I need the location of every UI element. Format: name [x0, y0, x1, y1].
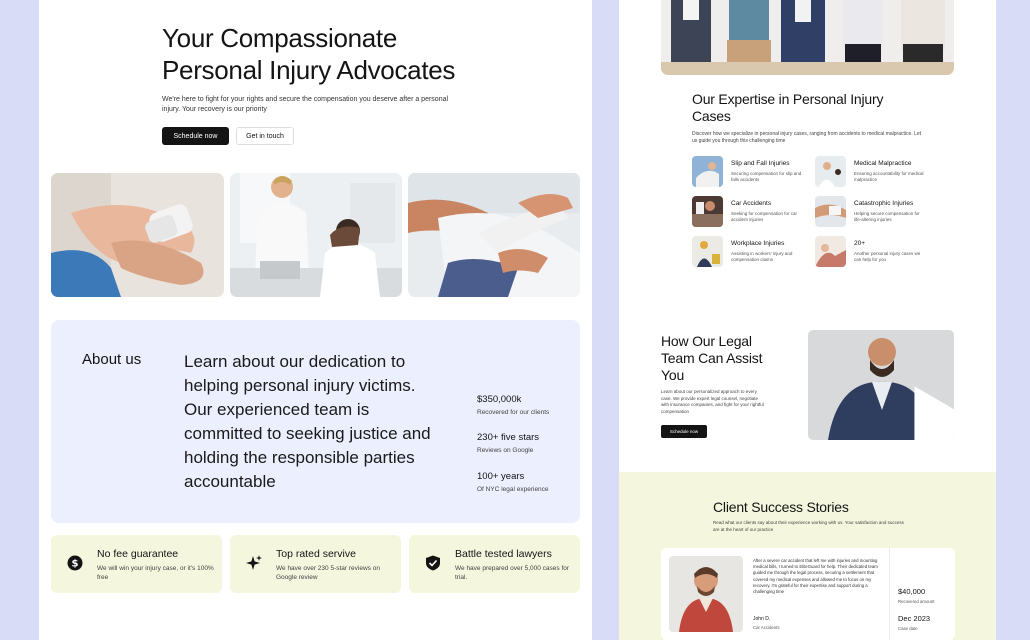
catastrophic-injuries-thumbnail	[815, 196, 846, 227]
lawyer-video[interactable]	[808, 330, 954, 440]
client-name: John D.	[753, 616, 771, 622]
svg-text:$: $	[72, 559, 79, 570]
feature-title: Battle tested lawyers	[455, 548, 552, 560]
date-label: Case date	[898, 626, 918, 631]
expertise-name: Catastrophic Injuries	[854, 200, 914, 207]
car-accidents-thumbnail	[692, 196, 723, 227]
doctor-consultation-photo	[230, 173, 402, 297]
hero-subtitle: We're here to fight for your rights and …	[162, 96, 449, 113]
expertise-name: Car Accidents	[731, 200, 772, 207]
feature-desc: We will win your injury case, or it's 10…	[97, 565, 214, 581]
stat-recovered: $350,000k Recovered for our clients	[477, 394, 549, 416]
bandaged-foot-photo	[408, 173, 580, 297]
expertise-name: Slip and Fall Injuries	[731, 160, 790, 167]
amount-value: $40,000	[898, 587, 926, 596]
medical-malpractice-thumbnail	[815, 156, 846, 187]
stat-label: Reviews on Google	[477, 447, 534, 454]
more-cases-thumbnail	[815, 236, 846, 267]
expertise-title: Our Expertise in Personal Injury Cases	[692, 91, 884, 124]
expertise-item-slip-fall[interactable]: Slip and Fall Injuries Securing compensa…	[692, 156, 812, 190]
stat-value: $350,000k	[477, 394, 522, 405]
stories-title: Client Success Stories	[713, 499, 849, 515]
story-amount: $40,000 Recovered amount	[898, 587, 934, 604]
services-page-panel: Our Expertise in Personal Injury Cases D…	[619, 0, 996, 640]
expertise-subtitle: Discover how we specialize in personal i…	[692, 131, 921, 144]
about-heading: About us	[82, 351, 142, 368]
stories-subtitle: Read what our clients say about their ex…	[713, 520, 904, 532]
stat-reviews: 230+ five stars Reviews on Google	[477, 432, 539, 454]
stat-value: 230+ five stars	[477, 432, 540, 443]
expertise-desc: Securing compensation for slip and falls…	[731, 171, 802, 182]
expertise-name: Medical Malpractice	[854, 160, 912, 167]
play-icon[interactable]	[872, 374, 954, 440]
expertise-item-more-cases[interactable]: 20+ Another personal injury cases we can…	[815, 236, 935, 270]
dollar-icon: $	[67, 555, 83, 571]
expertise-desc: Another personal injury cases we can hel…	[854, 251, 921, 262]
stat-label: Of NYC legal experience	[477, 486, 549, 493]
expertise-desc: Helping secure compensation for life-alt…	[854, 211, 920, 222]
client-photo	[669, 556, 743, 632]
team-photo	[661, 0, 954, 75]
home-page-panel: Your Compassionate Personal Injury Advoc…	[39, 0, 592, 640]
feature-desc: We have over 230 5-star reviews on Googl…	[276, 565, 380, 581]
assist-schedule-button[interactable]: Schedule now	[661, 425, 707, 438]
client-case-type: Car Accidents	[753, 625, 780, 630]
story-quote: After a severe car accident that left me…	[753, 558, 878, 595]
feature-title: Top rated servive	[276, 548, 356, 560]
divider	[889, 548, 890, 640]
expertise-item-catastrophic-injuries[interactable]: Catastrophic Injuries Helping secure com…	[815, 196, 935, 230]
expertise-item-medical-malpractice[interactable]: Medical Malpractice Ensuring accountabil…	[815, 156, 935, 190]
shield-check-icon	[426, 555, 440, 571]
story-card: After a severe car accident that left me…	[661, 548, 955, 640]
expertise-name: 20+	[854, 240, 866, 247]
about-text: Learn about our dedication to helping pe…	[184, 352, 431, 491]
expertise-desc: Seeking for compensation for car acciden…	[731, 211, 798, 222]
workplace-injuries-thumbnail	[692, 236, 723, 267]
assist-title: How Our Legal Team Can Assist You	[661, 333, 763, 383]
hero-title: Your Compassionate Personal Injury Advoc…	[162, 23, 456, 85]
expertise-desc: Ensuring accountability for medical malp…	[854, 171, 924, 182]
expertise-item-car-accidents[interactable]: Car Accidents Seeking for compensation f…	[692, 196, 812, 230]
expertise-name: Workplace Injuries	[731, 240, 785, 247]
story-date: Dec 2023 Case date	[898, 614, 930, 631]
bandaged-hand-photo	[51, 173, 224, 297]
schedule-now-button[interactable]: Schedule now	[162, 127, 229, 145]
slip-fall-thumbnail	[692, 156, 723, 187]
stat-value: 100+ years	[477, 471, 525, 482]
feature-desc: We have prepared over 5,000 cases for tr…	[455, 565, 570, 581]
about-section: About us Learn about our dedication to h…	[51, 320, 580, 523]
amount-label: Recovered amount	[898, 599, 935, 604]
date-value: Dec 2023	[898, 614, 931, 623]
feature-card-no-fee: $ No fee guarantee We will win your inju…	[51, 535, 222, 593]
sparkle-icon	[246, 555, 262, 570]
get-in-touch-button[interactable]: Get in touch	[236, 127, 294, 145]
feature-card-top-rated: Top rated servive We have over 230 5-sta…	[230, 535, 401, 593]
feature-title: No fee guarantee	[97, 548, 179, 560]
feature-card-battle-tested: Battle tested lawyers We have prepared o…	[409, 535, 580, 593]
assist-subtitle: Learn about our personalized approach to…	[661, 389, 764, 414]
expertise-item-workplace-injuries[interactable]: Workplace Injuries Assisting in workers'…	[692, 236, 812, 270]
stat-experience: 100+ years Of NYC legal experience	[477, 471, 549, 493]
expertise-desc: Assisting in workers' injury and compens…	[731, 251, 793, 262]
client-stories-section: Client Success Stories Read what our cli…	[619, 472, 996, 640]
stat-label: Recovered for our clients	[477, 409, 550, 416]
